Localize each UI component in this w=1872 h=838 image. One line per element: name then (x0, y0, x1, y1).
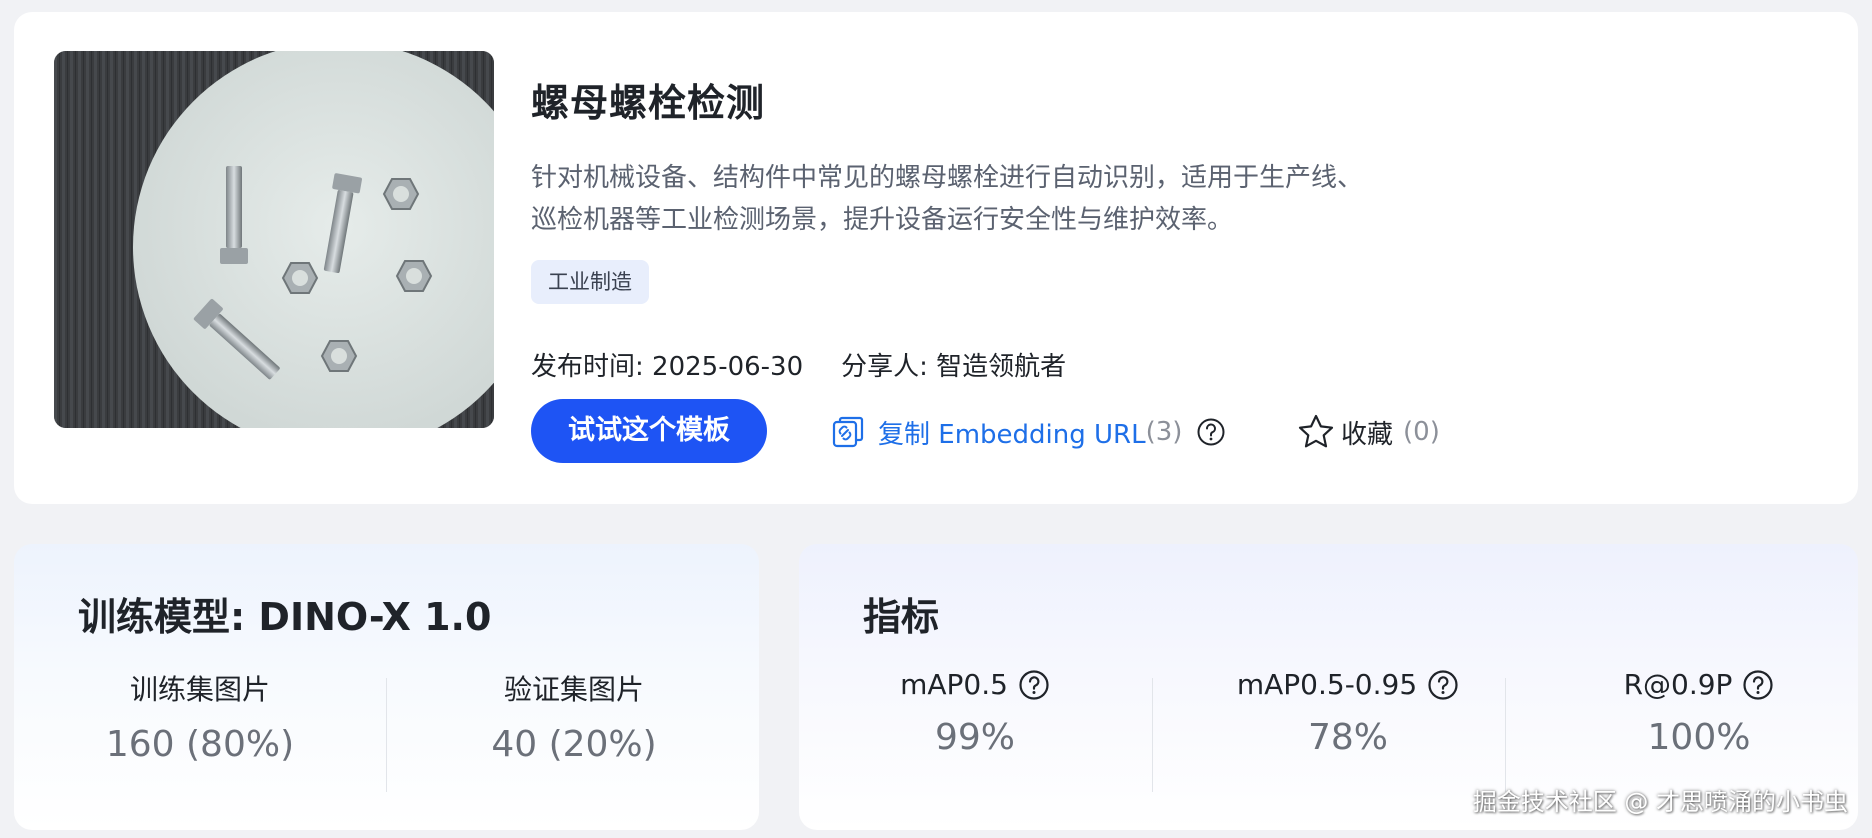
question-circle-icon[interactable] (1742, 669, 1774, 701)
sharer-label: 分享人: (841, 352, 937, 382)
question-circle-icon[interactable] (1018, 669, 1050, 701)
metric-map50: mAP0.5 99% (835, 668, 1115, 758)
template-meta: 发布时间: 2025-06-30 分享人: 智造领航者 (531, 346, 1066, 383)
metric-recall: R@0.9P 100% (1549, 668, 1849, 758)
publish-label: 发布时间: (531, 352, 653, 382)
category-tag[interactable]: 工业制造 (531, 260, 649, 304)
copy-embedding-label: 复制 Embedding URL (878, 419, 1146, 450)
description-line-1: 针对机械设备、结构件中常见的螺母螺栓进行自动识别，适用于生产线、 (531, 163, 1364, 193)
sharer-name: 智造领航者 (936, 352, 1067, 382)
metric-map50-95: mAP0.5-0.95 78% (1178, 668, 1518, 758)
copy-count: (3) (1145, 417, 1183, 447)
train-set-label: 训练集图片 (129, 673, 270, 706)
training-title: 训练模型: DINO-X 1.0 (78, 595, 492, 639)
question-circle-icon[interactable] (1427, 669, 1459, 701)
template-card: 螺母螺栓检测 针对机械设备、结构件中常见的螺母螺栓进行自动识别，适用于生产线、 … (14, 12, 1858, 504)
star-icon (1298, 414, 1334, 448)
val-set-stat: 验证集图片 40 (20%) (444, 668, 704, 765)
metric-recall-label: R@0.9P (1623, 668, 1733, 701)
metric-divider-1 (1152, 678, 1153, 792)
training-panel: 训练模型: DINO-X 1.0 训练集图片 160 (80%) 验证集图片 4… (14, 544, 759, 830)
favorite-count: (0) (1403, 417, 1440, 447)
favorite-label: 收藏 (1341, 419, 1394, 450)
try-template-button[interactable]: 试试这个模板 (531, 399, 767, 463)
val-set-label: 验证集图片 (503, 673, 644, 706)
copy-embedding-url-button[interactable]: 复制 Embedding URL (3) (832, 410, 1226, 454)
template-thumbnail (54, 51, 494, 428)
val-set-value: 40 (20%) (491, 724, 657, 765)
metric-recall-value: 100% (1647, 717, 1751, 758)
metric-map50-95-value: 78% (1307, 717, 1388, 758)
link-icon (832, 416, 864, 448)
stat-divider (386, 678, 387, 792)
bolts-and-nuts-photo-icon (54, 51, 494, 428)
train-set-value: 160 (80%) (105, 724, 295, 765)
watermark: 掘金技术社区 @ 才思喷涌的小书虫 (1472, 788, 1848, 816)
metric-map50-label: mAP0.5 (900, 668, 1008, 701)
metric-map50-95-label: mAP0.5-0.95 (1236, 668, 1418, 701)
question-circle-icon[interactable] (1196, 417, 1226, 447)
train-set-stat: 训练集图片 160 (80%) (70, 668, 330, 765)
metric-divider-2 (1505, 678, 1506, 792)
description-line-2: 巡检机器等工业检测场景，提升设备运行安全性与维护效率。 (531, 205, 1234, 235)
favorite-button[interactable]: 收藏 (0) (1297, 410, 1440, 454)
template-description: 针对机械设备、结构件中常见的螺母螺栓进行自动识别，适用于生产线、 巡检机器等工业… (531, 157, 1451, 241)
template-title: 螺母螺栓检测 (531, 81, 766, 125)
metric-map50-value: 99% (934, 717, 1015, 758)
publish-date: 2025-06-30 (652, 352, 804, 382)
metrics-title: 指标 (863, 595, 940, 639)
